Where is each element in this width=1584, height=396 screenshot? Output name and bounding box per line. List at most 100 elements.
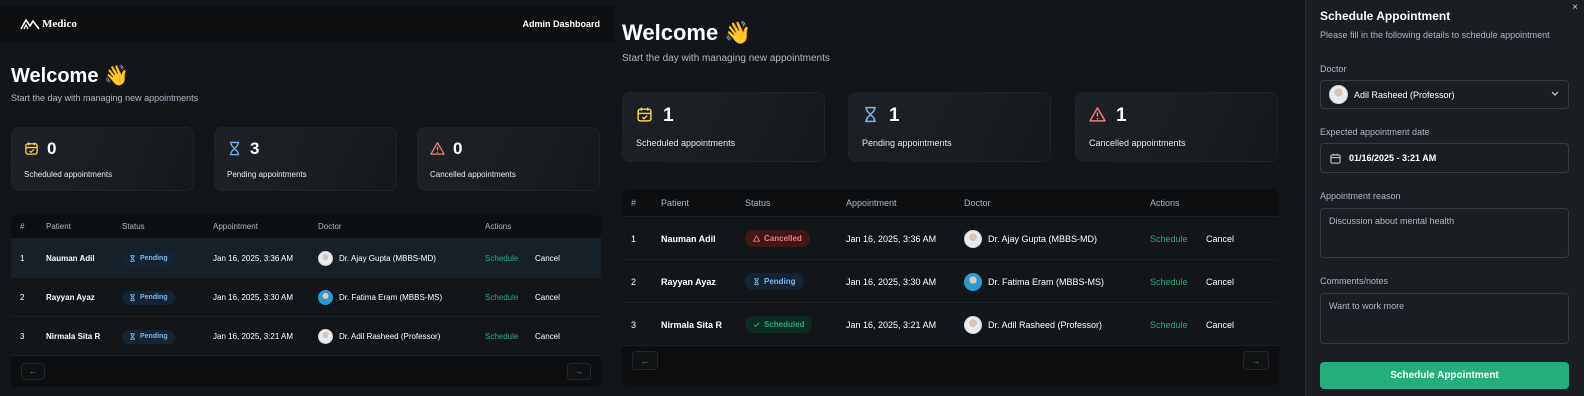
- status-text: Cancelled: [764, 234, 802, 243]
- appointment-date-input[interactable]: 01/16/2025 - 3:21 AM: [1320, 143, 1569, 173]
- stat-card-cancelled: 0 Cancelled appointments: [417, 127, 600, 191]
- column-header: Status: [122, 222, 145, 231]
- pending-status-icon: [753, 278, 760, 285]
- prev-page-button[interactable]: ←: [632, 351, 658, 370]
- patient-name: Rayyan Ayaz: [661, 276, 716, 287]
- status-text: Pending: [140, 333, 168, 340]
- appointment-date: Jan 16, 2025, 3:21 AM: [846, 319, 937, 330]
- schedule-link[interactable]: Schedule: [1150, 217, 1188, 260]
- column-header: Patient: [46, 222, 71, 231]
- doctor-select-value: Adil Rasheed (Professor): [1354, 89, 1455, 100]
- arrow-left-icon: ←: [29, 367, 37, 376]
- doctor-select[interactable]: Adil Rasheed (Professor): [1320, 80, 1569, 109]
- status-badge: Pending: [122, 290, 175, 305]
- doctor-name: Dr. Ajay Gupta (MBBS-MD): [339, 254, 436, 263]
- next-page-button[interactable]: →: [567, 363, 591, 380]
- column-header: Appointment: [213, 222, 258, 231]
- prev-page-button[interactable]: ←: [21, 363, 45, 380]
- schedule-link[interactable]: Schedule: [1150, 260, 1188, 303]
- stat-label: Pending appointments: [862, 138, 952, 148]
- modal-title: Schedule Appointment: [1320, 9, 1451, 23]
- schedule-link[interactable]: Schedule: [485, 239, 518, 278]
- schedule-appointment-button[interactable]: Schedule Appointment: [1320, 362, 1569, 389]
- cancel-link[interactable]: Cancel: [1206, 303, 1234, 346]
- hourglass-icon: [227, 141, 242, 161]
- welcome-subtitle: Start the day with managing new appointm…: [11, 93, 199, 103]
- logo-text: Medico: [42, 18, 77, 30]
- doctor-avatar: [318, 329, 333, 344]
- doctor-avatar: [964, 272, 982, 291]
- cancelled-status-icon: [753, 235, 760, 242]
- status-badge: Cancelled: [745, 230, 810, 247]
- patient-name: Rayyan Ayaz: [46, 293, 95, 302]
- row-number: 3: [631, 319, 637, 330]
- doctor-name: Dr. Fatima Eram (MBBS-MS): [339, 293, 443, 302]
- patient-name: Nauman Adil: [661, 233, 716, 244]
- column-header: #: [631, 197, 637, 208]
- modal-subtitle: Please fill in the following details to …: [1320, 30, 1550, 40]
- status-text: Scheduled: [764, 320, 805, 329]
- stat-label: Pending appointments: [227, 170, 307, 179]
- status-text: Pending: [140, 255, 168, 262]
- wave-emoji: 👋: [104, 65, 129, 87]
- notes-textarea[interactable]: Want to work more: [1320, 293, 1569, 344]
- column-header: Status: [745, 197, 771, 208]
- top-header: Medico Admin Dashboard: [0, 6, 614, 42]
- notes-value: Want to work more: [1329, 301, 1405, 311]
- arrow-right-icon: →: [1251, 355, 1261, 366]
- table-footer: [622, 345, 1279, 385]
- table-row[interactable]: 1 Nauman Adil Cancelled Jan 16, 2025, 3:36 …: [622, 216, 1279, 259]
- pending-status-icon: [129, 333, 136, 340]
- pending-status-icon: [129, 294, 136, 301]
- schedule-link[interactable]: Schedule: [485, 317, 518, 356]
- schedule-appointment-modal: × Schedule Appointment Please fill in th…: [1305, 0, 1584, 396]
- row-number: 2: [20, 293, 25, 302]
- cancel-link[interactable]: Cancel: [535, 239, 560, 278]
- warning-triangle-icon: [1089, 106, 1106, 128]
- table-footer: [11, 355, 601, 387]
- column-header: Patient: [661, 197, 690, 208]
- logo-mark-icon: [20, 18, 40, 30]
- close-icon[interactable]: ×: [1572, 2, 1578, 13]
- date-label: Expected appointment date: [1320, 127, 1430, 137]
- reason-textarea[interactable]: Discussion about mental health: [1320, 208, 1569, 258]
- cancel-link[interactable]: Cancel: [1206, 217, 1234, 260]
- doctor-avatar: [318, 251, 333, 266]
- patient-name: Nirmala Sita R: [46, 332, 101, 341]
- column-header: #: [20, 222, 25, 231]
- row-number: 3: [20, 332, 25, 341]
- stat-count: 1: [663, 105, 674, 126]
- table-row[interactable]: 3 Nirmala Sita R Pending Jan 16, 2025, 3:21…: [11, 316, 601, 355]
- appointments-table: # Patient Status Appointment Doctor Actions 1 N…: [622, 189, 1279, 385]
- table-row[interactable]: 2 Rayyan Ayaz Pending Jan 16, 2025, 3:30 AM…: [11, 277, 601, 316]
- reason-value: Discussion about mental health: [1329, 216, 1455, 226]
- stat-card-scheduled: 0 Scheduled appointments: [11, 127, 194, 191]
- stat-label: Scheduled appointments: [636, 138, 736, 148]
- header-title: Admin Dashboard: [522, 19, 600, 29]
- appointments-table: # Patient Status Appointment Doctor Actions 1 N…: [11, 215, 601, 387]
- doctor-name: Dr. Adil Rasheed (Professor): [988, 319, 1103, 330]
- status-badge: Scheduled: [745, 316, 813, 333]
- status-badge: Pending: [122, 251, 175, 266]
- schedule-link[interactable]: Schedule: [485, 278, 518, 317]
- schedule-link[interactable]: Schedule: [1150, 303, 1188, 346]
- patient-name: Nauman Adil: [46, 254, 95, 263]
- stat-count: 0: [453, 139, 463, 158]
- cancel-link[interactable]: Cancel: [535, 317, 560, 356]
- stat-card-pending: 3 Pending appointments: [214, 127, 397, 191]
- table-row[interactable]: 3 Nirmala Sita R Scheduled Jan 16, 2025, 3:…: [622, 302, 1279, 345]
- table-row[interactable]: 2 Rayyan Ayaz Pending Jan 16, 2025, 3:30 AM…: [622, 259, 1279, 302]
- doctor-avatar: [1329, 85, 1348, 104]
- row-number: 1: [631, 233, 637, 244]
- logo[interactable]: Medico: [20, 18, 77, 30]
- column-header: Doctor: [318, 222, 342, 231]
- cancel-link[interactable]: Cancel: [1206, 260, 1234, 303]
- cancel-link[interactable]: Cancel: [535, 278, 560, 317]
- table-row[interactable]: 1 Nauman Adil Pending Jan 16, 2025, 3:36 AM…: [11, 238, 601, 277]
- doctor-avatar: [964, 315, 982, 334]
- next-page-button[interactable]: →: [1243, 351, 1269, 370]
- wave-emoji: 👋: [724, 20, 752, 45]
- status-text: Pending: [764, 277, 796, 286]
- doctor-name: Dr. Fatima Eram (MBBS-MS): [988, 276, 1105, 287]
- stat-count: 0: [47, 139, 57, 158]
